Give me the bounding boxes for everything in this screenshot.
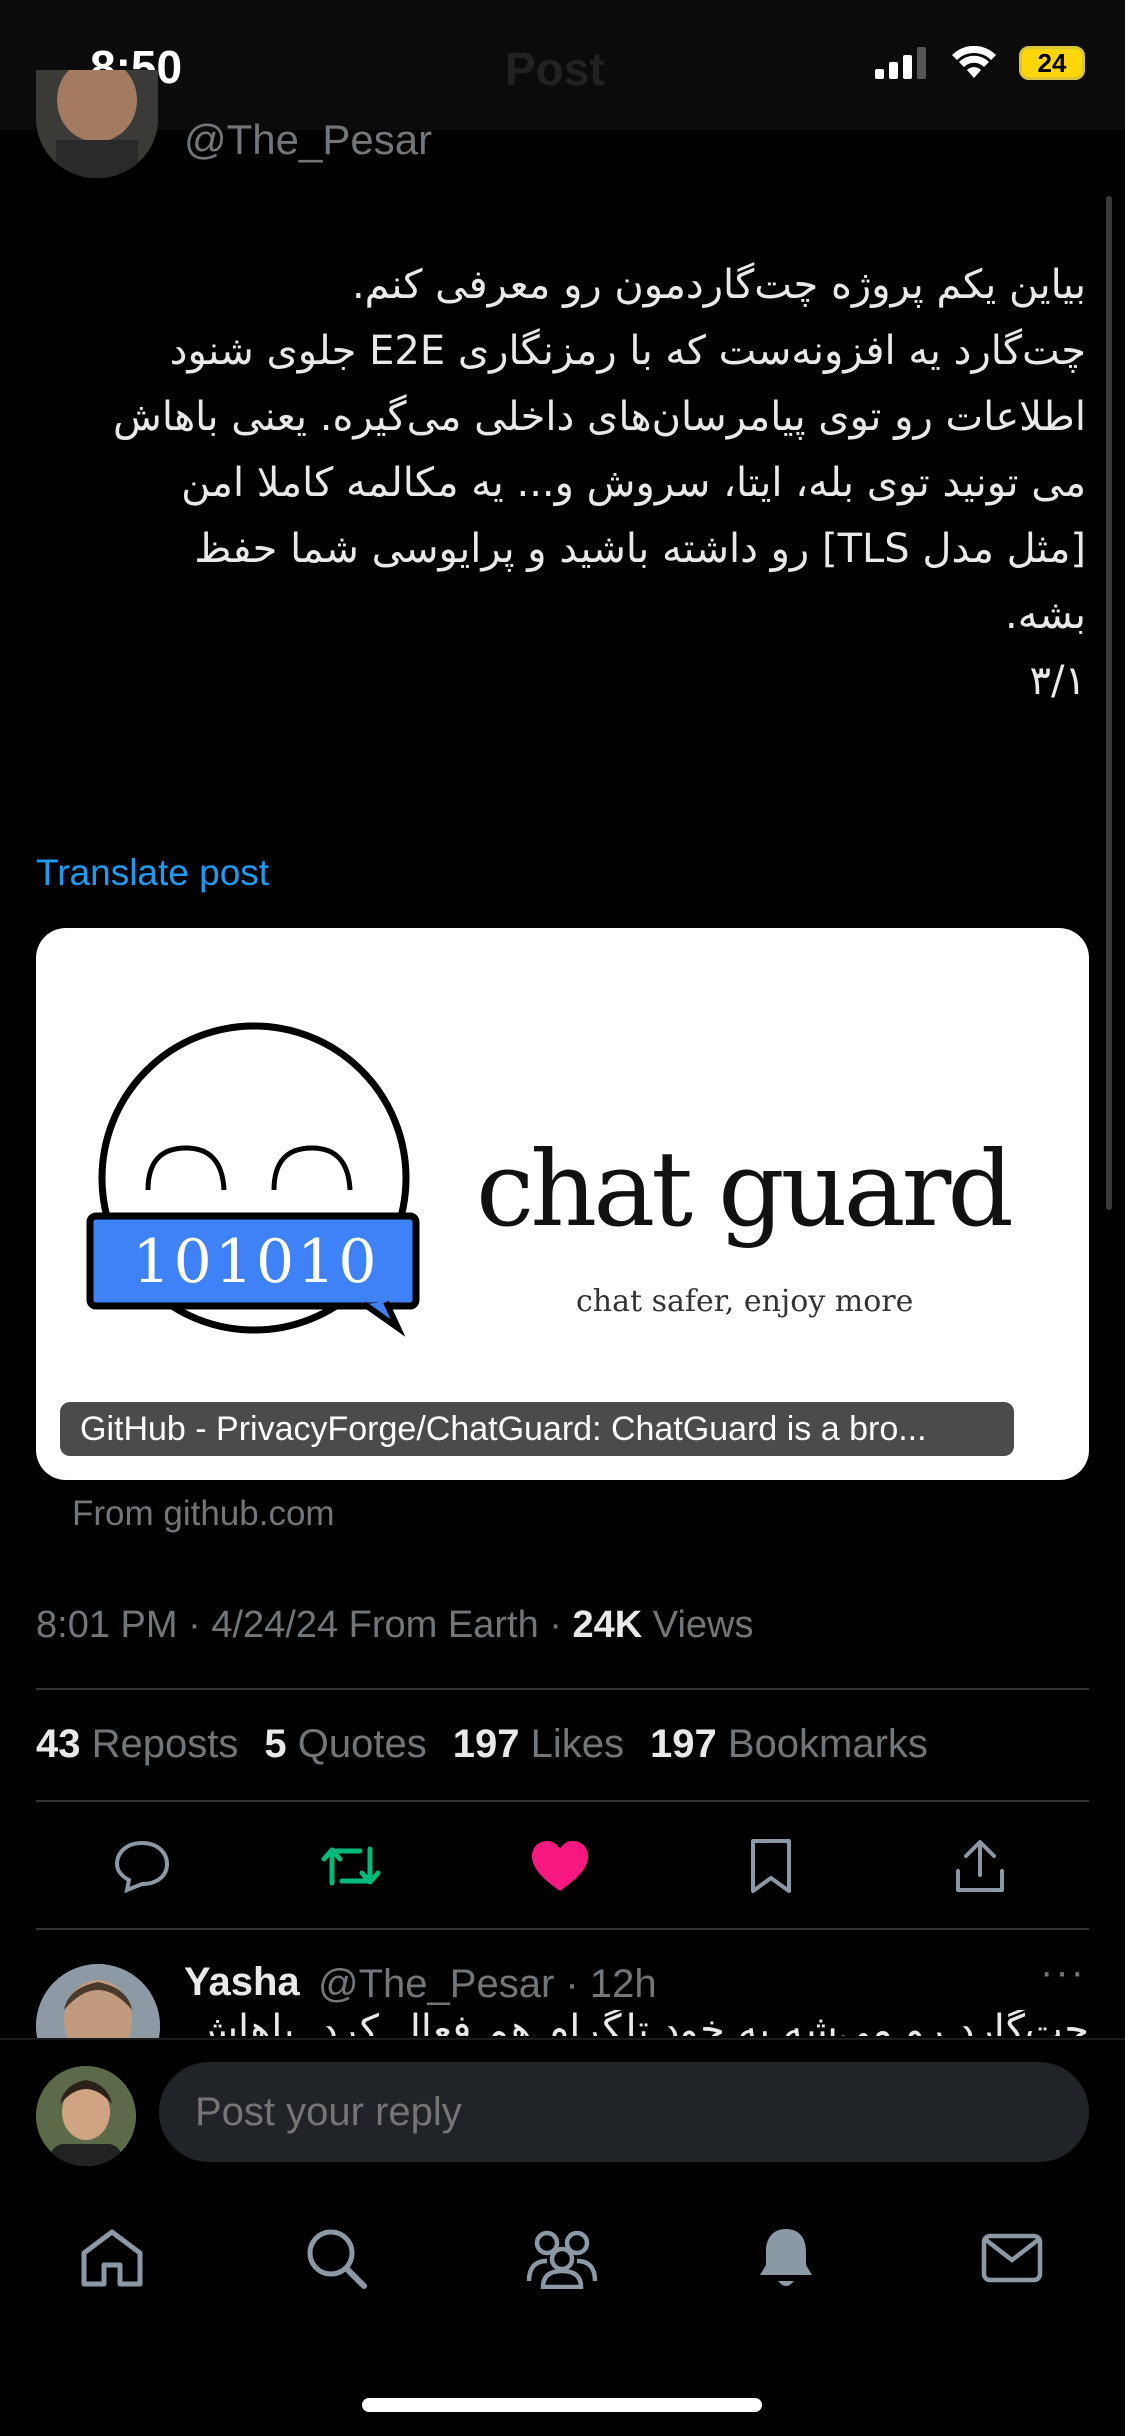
translate-post-link[interactable]: Translate post [36,852,269,894]
card-brand: chat guard [476,1128,1014,1250]
stat-bookmarks[interactable]: 197 Bookmarks [650,1722,928,1767]
tweet-location: From Earth [348,1604,539,1646]
stat-quotes[interactable]: 5 Quotes [264,1722,426,1767]
bookmark-icon[interactable] [731,1826,811,1906]
wifi-icon [952,46,996,78]
like-icon[interactable] [520,1826,600,1906]
card-caption: GitHub - PrivacyForge/ChatGuard: ChatGua… [60,1402,1014,1456]
tweet-time: 8:01 PM [36,1604,178,1646]
search-icon[interactable] [296,2218,376,2298]
link-card[interactable]: 101010 chat guard chat safer, enjoy more… [36,928,1089,1480]
stat-reposts[interactable]: 43 Reposts [36,1722,238,1767]
divider [36,1928,1089,1930]
stat-likes[interactable]: 197 Likes [453,1722,624,1767]
battery-icon: 24 [1019,46,1085,80]
tweet-date: 4/24/24 [211,1604,339,1646]
home-icon[interactable] [72,2218,152,2298]
more-options-icon[interactable]: ··· [1040,1950,1086,1995]
tweet-meta: 8:01 PM · 4/24/24 From Earth · 24K Views [36,1604,754,1646]
home-indicator [362,2398,762,2412]
views-label[interactable]: Views [653,1604,754,1646]
messages-icon[interactable] [972,2218,1052,2298]
logo-code: 101010 [132,1227,380,1297]
reply-icon[interactable] [102,1826,182,1906]
header-title: Post [505,43,605,95]
card-source: From github.com [72,1494,335,1533]
status-icons: 24 [875,46,1085,80]
divider [36,1800,1089,1802]
my-avatar [36,2066,136,2166]
tweet-stats: 43 Reposts 5 Quotes 197 Likes 197 Bookma… [36,1722,928,1767]
reply-author-handle[interactable]: @The_Pesar · 12h [318,1962,657,2007]
author-avatar[interactable] [36,70,158,178]
author-handle[interactable]: @The_Pesar [184,116,432,164]
action-bar [0,1826,1125,1908]
tweet-text: بیاین یکم پروژه چت‌گاردمون رو معرفی کنم.… [113,262,1086,704]
reply-input[interactable] [159,2062,1089,2162]
reply-text: چت‌گارد رو می‌شه به خود تلگرام هم فعال ک… [189,2010,1089,2036]
reply-time: · 12h [565,1962,657,2006]
scrollbar[interactable] [1106,196,1112,1210]
signal-icon [875,47,926,79]
repost-icon[interactable] [311,1826,391,1906]
card-tagline: chat safer, enjoy more [576,1284,914,1319]
communities-icon[interactable] [522,2218,602,2298]
reply-author-name[interactable]: Yasha [184,1960,300,2005]
views-count: 24K [572,1604,643,1646]
share-icon[interactable] [940,1826,1020,1906]
notifications-icon[interactable] [746,2218,826,2298]
divider [36,1688,1089,1690]
